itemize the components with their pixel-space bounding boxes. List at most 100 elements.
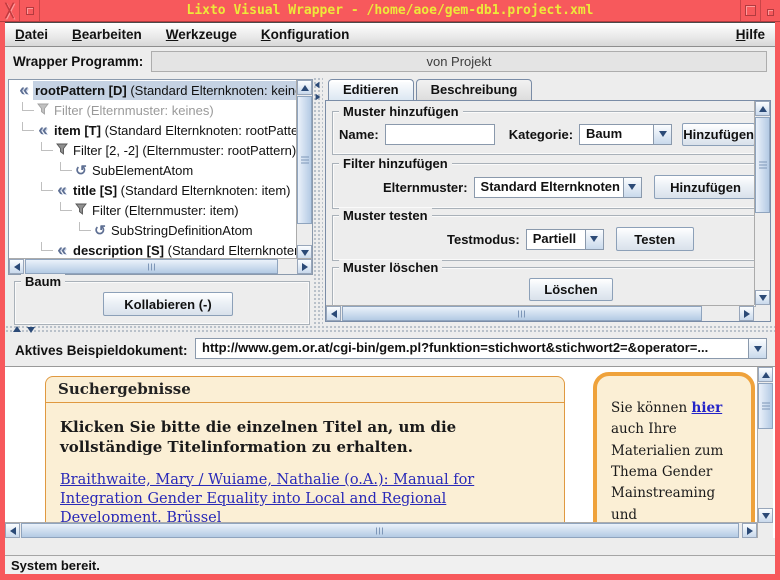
editor-vertical-scrollbar[interactable] (754, 101, 770, 305)
scroll-down-button[interactable] (755, 290, 770, 305)
filter-icon (53, 143, 71, 158)
combo-arrow-icon[interactable] (653, 125, 671, 144)
editor-horizontal-scrollbar[interactable] (326, 305, 754, 321)
tree-node[interactable]: ↺SubStringDefinitionAtom (9, 220, 296, 240)
document-url-value: http://www.gem.or.at/cgi-bin/gem.pl?funk… (196, 339, 748, 358)
iconify-button[interactable] (20, 0, 40, 21)
name-label: Name: (339, 127, 379, 142)
tree-connector-line (22, 122, 34, 131)
results-body: Klicken Sie bitte die einzelnen Titel an… (46, 403, 564, 538)
pattern-tree-panel: «rootPattern [D] (Standard Elternknoten:… (8, 79, 313, 275)
elternmuster-combobox[interactable]: Standard Elternknoten (474, 177, 642, 198)
pattern-icon: « (53, 183, 71, 197)
tree-node[interactable]: «description [S] (Standard Elternknoten:… (9, 240, 296, 258)
baum-group-title: Baum (21, 274, 65, 289)
scrollbar-thumb[interactable] (297, 96, 312, 224)
pattern-icon: « (34, 123, 52, 137)
tree-node[interactable]: ↺SubElementAtom (9, 160, 296, 180)
document-url-combobox[interactable]: http://www.gem.or.at/cgi-bin/gem.pl?funk… (195, 338, 767, 359)
horizontal-splitter[interactable] (5, 325, 775, 334)
scroll-left-button[interactable] (326, 306, 341, 321)
splitter-collapse-left-icon[interactable] (315, 82, 320, 88)
arrow-left-icon (10, 527, 16, 535)
hier-link[interactable]: hier (692, 400, 723, 416)
window-menu-button[interactable]: ╳ (0, 0, 20, 21)
tree-node[interactable]: «title [S] (Standard Elternknoten: item) (9, 180, 296, 200)
combo-arrow-icon[interactable] (623, 178, 641, 197)
scroll-down-button[interactable] (758, 508, 773, 523)
scrollbar-thumb[interactable] (755, 117, 770, 213)
tree-connector-line (41, 242, 53, 251)
arrow-left-icon (331, 310, 337, 318)
document-bar: Aktives Beispieldokument: http://www.gem… (5, 334, 775, 366)
arrow-down-icon (301, 250, 309, 256)
maximize-button[interactable] (740, 0, 760, 21)
test-button[interactable]: Testen (616, 227, 694, 251)
tree-node[interactable]: Filter [2, -2] (Elternmuster: rootPatter… (9, 140, 296, 160)
scroll-right-button[interactable] (297, 259, 312, 274)
add-filter-group: Filter hinzufügen Elternmuster: Standard… (332, 163, 756, 209)
add-pattern-button[interactable]: Hinzufügen (682, 123, 755, 146)
testmodus-combobox[interactable]: Partiell (526, 229, 604, 250)
menu-item-konfiguration[interactable]: Konfiguration (261, 27, 349, 42)
splitter-collapse-right-icon[interactable] (316, 94, 321, 100)
menu-item-datei[interactable]: Datei (15, 27, 48, 42)
scroll-up-button[interactable] (755, 101, 770, 116)
menu-item-hilfe[interactable]: Hilfe (736, 27, 775, 42)
scroll-up-button[interactable] (297, 80, 312, 95)
window-menu-icon: ╳ (6, 3, 14, 19)
scroll-up-button[interactable] (758, 367, 773, 382)
tree-connector-line (60, 202, 72, 211)
arrow-right-icon (302, 263, 308, 271)
scrollbar-thumb[interactable] (342, 306, 702, 321)
tab-beschreibung[interactable]: Beschreibung (416, 79, 533, 100)
splitter-collapse-up-icon[interactable] (13, 326, 21, 332)
arrow-left-icon (14, 263, 20, 271)
scroll-left-button[interactable] (5, 523, 20, 538)
menu-items: Datei Bearbeiten Werkzeuge Konfiguration (5, 27, 736, 42)
restore-button[interactable] (760, 0, 780, 21)
scrollbar-thumb[interactable] (758, 383, 773, 429)
scroll-right-button[interactable] (742, 523, 757, 538)
delete-button[interactable]: Löschen (529, 278, 613, 301)
elternmuster-value: Standard Elternknoten (475, 178, 623, 197)
tree-node-label: title [S] (Standard Elternknoten: item) (71, 181, 296, 200)
splitter-collapse-down-icon[interactable] (27, 327, 35, 333)
arrow-down-icon (628, 184, 636, 190)
tree-node[interactable]: «item [T] (Standard Elternknoten: rootPa… (9, 120, 296, 140)
menubar: Datei Bearbeiten Werkzeuge Konfiguration Hi… (5, 23, 775, 47)
add-filter-button[interactable]: Hinzufügen (654, 175, 758, 199)
tab-editieren[interactable]: Editieren (328, 79, 414, 100)
pattern-tree: «rootPattern [D] (Standard Elternknoten:… (9, 80, 296, 258)
results-card: Suchergebnisse Klicken Sie bitte die ein… (45, 376, 565, 538)
menu-item-bearbeiten[interactable]: Bearbeiten (72, 27, 142, 42)
scrollbar-thumb[interactable] (21, 523, 739, 538)
combo-arrow-icon[interactable] (748, 339, 766, 358)
browser-horizontal-scrollbar[interactable] (5, 522, 757, 538)
kategorie-combobox[interactable]: Baum (579, 124, 672, 145)
arrow-right-icon (747, 527, 753, 535)
collapse-button[interactable]: Kollabieren (-) (103, 292, 233, 316)
window-frame: ╳ Lixto Visual Wrapper - /home/aoe/gem-d… (0, 0, 780, 580)
scrollbar-thumb[interactable] (25, 259, 278, 274)
tree-node-label: item [T] (Standard Elternknoten: rootPat… (52, 121, 296, 140)
status-bar: System bereit. (5, 555, 775, 574)
browser-vertical-scrollbar[interactable] (757, 367, 773, 538)
scroll-left-button[interactable] (9, 259, 24, 274)
pattern-name-input[interactable] (385, 124, 495, 145)
vertical-splitter[interactable] (313, 77, 323, 325)
scroll-right-button[interactable] (739, 306, 754, 321)
wrapper-program-label: Wrapper Programm: (5, 54, 143, 69)
tree-node[interactable]: Filter (Elternmuster: item) (9, 200, 296, 220)
menu-item-werkzeuge[interactable]: Werkzeuge (166, 27, 237, 42)
tree-vertical-scrollbar[interactable] (296, 80, 312, 260)
result-link[interactable]: Braithwaite, Mary / Wuiame, Nathalie (o.… (60, 471, 530, 528)
tree-node[interactable]: Filter (Elternmuster: keines) (9, 100, 296, 120)
filter-icon (34, 103, 52, 118)
combo-arrow-icon[interactable] (585, 230, 603, 249)
delete-pattern-title: Muster löschen (339, 260, 442, 275)
tree-horizontal-scrollbar[interactable] (9, 258, 312, 274)
tree-node[interactable]: «rootPattern [D] (Standard Elternknoten:… (9, 80, 296, 100)
sidebar-text-post: auch Ihre Materialien zum Thema Gender M… (611, 421, 739, 538)
window-title: Lixto Visual Wrapper - /home/aoe/gem-db1… (40, 0, 740, 21)
